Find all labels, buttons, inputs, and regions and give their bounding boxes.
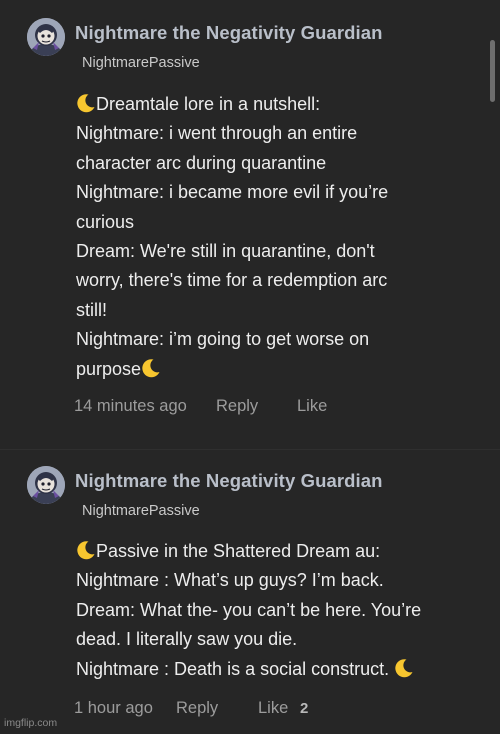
- comment-timestamp: 1 hour ago: [74, 699, 153, 717]
- comment-line: Nightmare : What’s up guys? I’m back.: [76, 570, 384, 591]
- reply-button[interactable]: Reply: [216, 397, 258, 416]
- avatar-image: [27, 466, 65, 504]
- comment-line-text: Dreamtale lore in a nutshell:: [96, 94, 321, 114]
- comment-line: dead. I literally saw you die.: [76, 629, 298, 650]
- comment-username[interactable]: Nightmare the Negativity Guardian: [75, 470, 383, 492]
- comment-line: Dream: What the- you can’t be here. You’…: [76, 599, 422, 620]
- comment-username[interactable]: Nightmare the Negativity Guardian: [75, 22, 383, 44]
- comment-subtitle: NightmarePassive: [82, 503, 200, 519]
- crescent-moon-icon: [394, 658, 414, 678]
- avatar[interactable]: [27, 466, 65, 504]
- comment-timestamp: 14 minutes ago: [74, 397, 187, 415]
- watermark: imgflip.com: [4, 717, 58, 729]
- comment-line: Dream: We're still in quarantine, don't: [76, 241, 375, 262]
- like-button[interactable]: Like: [297, 397, 327, 416]
- comment-line: Nightmare: i’m going to get worse on: [76, 329, 370, 350]
- crescent-moon-icon: [76, 540, 96, 560]
- comment-line: Nightmare: i became more evil if you’re: [76, 182, 389, 203]
- comment-line-text: Nightmare : Death is a social construct.: [76, 658, 390, 679]
- comment-line: Passive in the Shattered Dream au:: [76, 537, 486, 566]
- comment-body: Passive in the Shattered Dream au: Night…: [76, 537, 486, 684]
- comment-line: character arc during quarantine: [76, 152, 327, 173]
- comment-line: Nightmare: i went through an entire: [76, 123, 358, 144]
- comment-line-text: Passive in the Shattered Dream au:: [96, 541, 381, 561]
- like-count: 2: [300, 700, 309, 717]
- crescent-moon-icon: [141, 358, 161, 378]
- like-button[interactable]: Like: [258, 699, 288, 718]
- comment-body: Dreamtale lore in a nutshell: Nightmare:…: [76, 90, 486, 384]
- comment-line: curious: [76, 211, 135, 232]
- reply-button[interactable]: Reply: [176, 699, 218, 718]
- comment-line: still!: [76, 299, 107, 320]
- comment-subtitle: NightmarePassive: [82, 55, 200, 71]
- comment-line: worry, there's time for a redemption arc: [76, 270, 388, 291]
- avatar-image: [27, 18, 65, 56]
- comment-line-text: purpose: [76, 358, 142, 379]
- comment-line: purpose: [76, 355, 486, 384]
- scrollbar[interactable]: [490, 40, 495, 102]
- crescent-moon-icon: [76, 93, 96, 113]
- comment-line: Nightmare : Death is a social construct.: [76, 655, 486, 684]
- comment-line: Dreamtale lore in a nutshell:: [76, 90, 486, 119]
- avatar[interactable]: [27, 18, 65, 56]
- comment-divider: [0, 449, 500, 450]
